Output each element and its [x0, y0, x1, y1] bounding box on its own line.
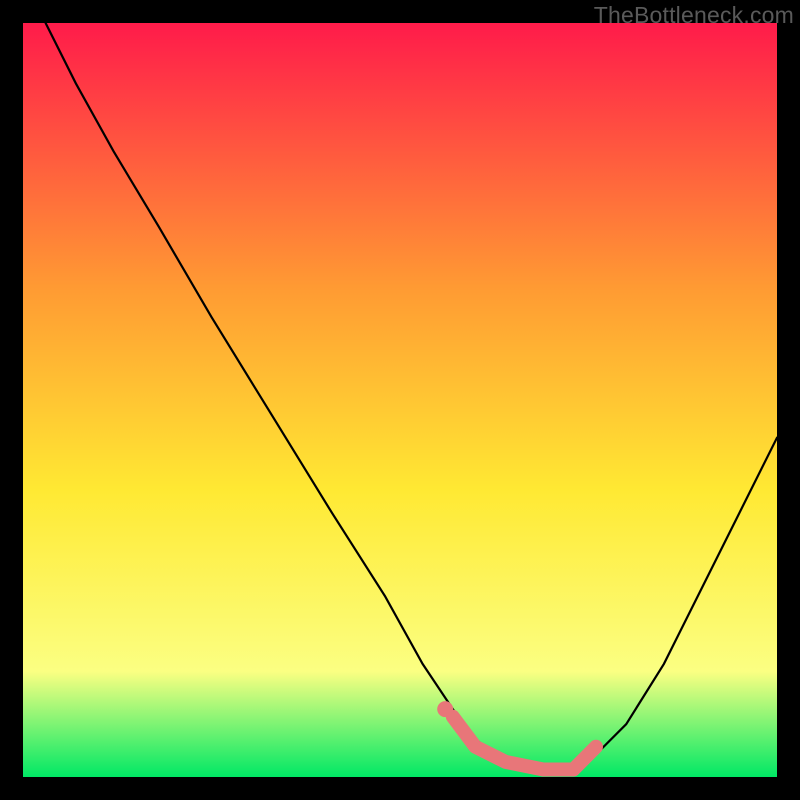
chart-svg: [23, 23, 777, 777]
highlight-dot: [437, 701, 453, 717]
outer-frame: TheBottleneck.com: [0, 0, 800, 800]
chart-plot-area: [23, 23, 777, 777]
